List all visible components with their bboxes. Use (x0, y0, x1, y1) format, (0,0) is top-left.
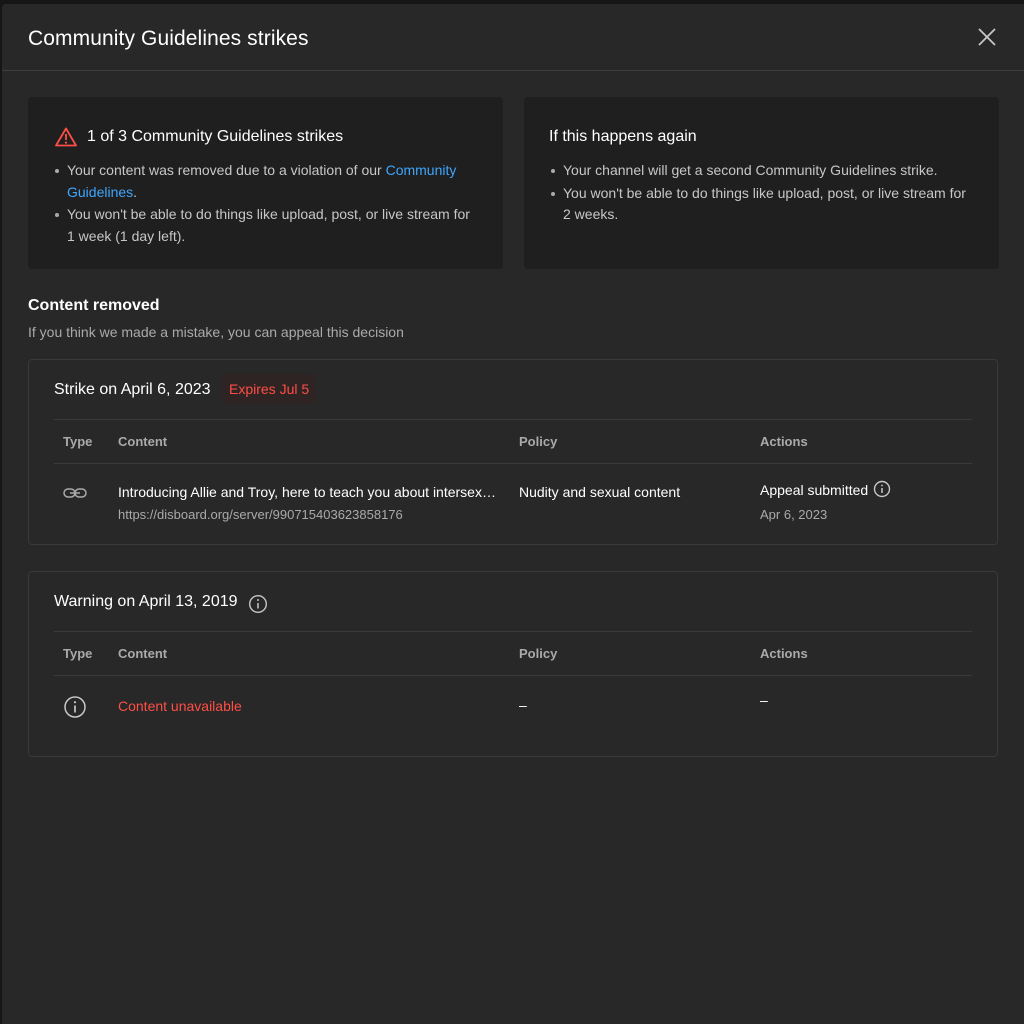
dialog-header: Community Guidelines strikes (2, 4, 1024, 71)
warning-card-title: Warning on April 13, 2019 (54, 593, 238, 610)
content-title-link[interactable]: Introducing Allie and Troy, here to teac… (118, 484, 498, 500)
content-url: https://disboard.org/server/990715403623… (118, 507, 403, 522)
actions-value: – (760, 692, 768, 708)
again-bullet-restriction: You won't be able to do things like uplo… (549, 183, 975, 226)
warning-card: Warning on April 13, 2019 Type Content P… (28, 571, 998, 757)
info-icon[interactable] (873, 480, 891, 498)
table-row: Introducing Allie and Troy, here to teac… (54, 464, 972, 540)
strike-bullet-text: Your content was removed due to a violat… (67, 162, 386, 178)
col-header-policy: Policy (519, 646, 558, 661)
col-header-type: Type (63, 646, 93, 661)
col-header-actions: Actions (760, 434, 808, 449)
appeal-date: Apr 6, 2023 (760, 507, 828, 522)
if-happens-again-heading: If this happens again (549, 128, 697, 145)
again-bullet-second-strike: Your channel will get a second Community… (549, 160, 975, 182)
strike-count-heading: 1 of 3 Community Guidelines strikes (87, 128, 344, 145)
table-header: Type Content Policy Actions (54, 631, 972, 676)
if-happens-again-panel: If this happens again Your channel will … (524, 97, 999, 269)
strike-bullet-restriction: You won't be able to do things like uplo… (53, 204, 479, 247)
strike-bullets: Your content was removed due to a violat… (53, 160, 479, 248)
table-header: Type Content Policy Actions (54, 419, 972, 464)
strike-card: Strike on April 6, 2023 Expires Jul 5 Ty… (28, 359, 998, 545)
strike-summary-panel: 1 of 3 Community Guidelines strikes Your… (28, 97, 503, 269)
col-header-actions: Actions (760, 646, 808, 661)
info-icon[interactable] (248, 594, 268, 614)
policy-value: Nudity and sexual content (519, 484, 681, 500)
content-removed-subtitle: If you think we made a mistake, you can … (28, 324, 404, 340)
info-circle-icon (64, 696, 86, 718)
close-icon[interactable] (976, 26, 998, 48)
content-unavailable-text: Content unavailable (118, 698, 242, 714)
strike-bullet-removed: Your content was removed due to a violat… (53, 160, 479, 203)
policy-value: – (519, 697, 527, 713)
expires-badge: Expires Jul 5 (222, 374, 317, 404)
appeal-status: Appeal submitted (760, 482, 869, 498)
strikes-dialog: Community Guidelines strikes 1 of 3 Comm… (2, 4, 1024, 1024)
warning-triangle-icon (55, 127, 77, 147)
strike-bullet-end: . (133, 183, 138, 200)
dialog-title: Community Guidelines strikes (28, 27, 309, 50)
again-bullets: Your channel will get a second Community… (549, 160, 975, 227)
table-row: Content unavailable – – (54, 676, 972, 736)
col-header-content: Content (118, 646, 168, 661)
col-header-policy: Policy (519, 434, 558, 449)
link-icon (63, 488, 87, 498)
strike-card-title: Strike on April 6, 2023 (54, 381, 211, 398)
col-header-type: Type (63, 434, 93, 449)
col-header-content: Content (118, 434, 168, 449)
content-removed-title: Content removed (28, 297, 160, 314)
